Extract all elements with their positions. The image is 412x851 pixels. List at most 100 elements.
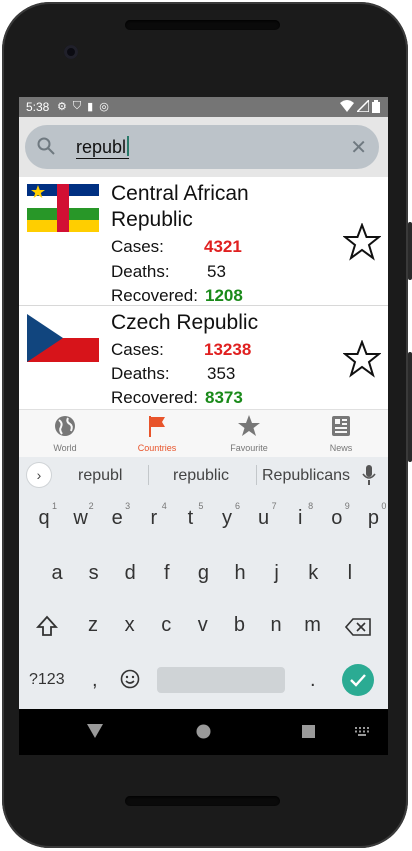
keyboard-key[interactable]: q1 (29, 501, 59, 530)
nav-countries[interactable]: Countries (111, 410, 203, 458)
key-number-hint: 4 (161, 501, 167, 511)
country-name: Central African Republic (111, 182, 249, 231)
keyboard-key[interactable]: r4 (139, 501, 169, 530)
flag-icon (149, 416, 165, 437)
keyboard-key[interactable]: m (298, 614, 328, 637)
bottom-speaker (125, 796, 280, 806)
keyboard-key[interactable]: w2 (66, 501, 96, 530)
keyboard-key[interactable]: b (224, 614, 254, 637)
text-cursor (127, 136, 130, 156)
search-query-wrap: republ (76, 136, 130, 159)
keyboard-key[interactable]: z (78, 614, 108, 637)
suggestion-3[interactable]: Republicans (262, 467, 350, 485)
recovered-label: Recovered: (111, 286, 198, 305)
czech-republic-flag-icon (27, 314, 99, 362)
recovered-value: 1208 (205, 286, 243, 305)
period-key[interactable]: . (310, 669, 316, 692)
expand-suggestions-icon[interactable]: › (27, 463, 51, 487)
recovered-value: 8373 (205, 388, 243, 407)
key-letter: d (124, 562, 136, 584)
battery-icon (372, 100, 380, 113)
keyboard-key[interactable]: h (225, 562, 255, 585)
status-time: 5:38 (26, 100, 50, 114)
key-letter: t (187, 507, 194, 529)
recents-nav-icon[interactable] (302, 725, 315, 738)
suggestion-2[interactable]: republic (173, 467, 229, 485)
sd-card-icon: ▮ (87, 101, 94, 113)
keyboard-key[interactable]: t5 (175, 501, 205, 530)
backspace-key-icon[interactable] (345, 618, 371, 636)
cases-label: Cases: (111, 237, 164, 256)
keyboard-switch-icon[interactable] (355, 727, 369, 736)
keyboard-key[interactable]: g (188, 562, 218, 585)
bottom-navigation: World Countries Favourite News (19, 409, 388, 458)
keyboard-key[interactable]: l (335, 562, 365, 585)
keyboard-key[interactable]: o9 (322, 501, 352, 530)
comma-key[interactable]: , (92, 669, 98, 692)
key-letter: b (233, 614, 245, 636)
keyboard-key[interactable]: i8 (285, 501, 315, 530)
nav-news-label: News (329, 443, 353, 453)
key-letter: e (111, 507, 123, 529)
key-number-hint: 9 (344, 501, 350, 511)
front-camera (64, 45, 78, 59)
keyboard-key[interactable]: v (188, 614, 218, 637)
key-letter: i (297, 507, 303, 529)
country-card[interactable]: Czech Republic Cases: 13238 Deaths: 353 … (19, 306, 388, 409)
emoji-key-icon[interactable] (120, 669, 140, 689)
keyboard-key[interactable]: j (262, 562, 292, 585)
back-nav-icon[interactable] (87, 724, 103, 738)
keyboard-key[interactable]: k (298, 562, 328, 585)
keyboard-key[interactable]: a (42, 562, 72, 585)
favourite-star-icon[interactable] (343, 223, 381, 261)
key-letter: c (161, 614, 172, 636)
key-letter: z (88, 614, 98, 636)
key-letter: g (197, 562, 209, 584)
keyboard-key[interactable]: e3 (102, 501, 132, 530)
symbols-key[interactable]: ?123 (29, 671, 65, 689)
shield-icon: ⛉ (72, 100, 82, 112)
nav-favourite[interactable]: Favourite (203, 410, 295, 458)
key-letter: p (367, 507, 379, 529)
key-letter: s (88, 562, 99, 584)
key-letter: r (150, 507, 158, 529)
suggestion-divider (148, 465, 149, 485)
keyboard-key[interactable]: y6 (212, 501, 242, 530)
cases-value: 4321 (204, 237, 242, 256)
clear-search-icon[interactable]: ✕ (350, 135, 367, 160)
keyboard-key[interactable]: n (261, 614, 291, 637)
key-letter: h (234, 562, 246, 584)
key-letter: v (197, 614, 208, 636)
keyboard-key[interactable]: p0 (358, 501, 388, 530)
keyboard-key[interactable]: u7 (249, 501, 279, 530)
nav-world[interactable]: World (19, 410, 111, 458)
keyboard-key[interactable]: c (151, 614, 181, 637)
deaths-value: 353 (207, 364, 236, 383)
enter-key[interactable] (342, 664, 374, 696)
key-letter: j (274, 562, 279, 584)
key-letter: w (73, 507, 88, 529)
search-input[interactable]: republ ✕ (25, 125, 379, 169)
screen: 5:38 ⚙ ⛉ ▮ ◎ republ ✕ Central African Re… (19, 97, 388, 709)
key-number-hint: 8 (308, 501, 314, 511)
sync-icon: ◎ (99, 101, 109, 113)
home-nav-icon[interactable] (196, 724, 211, 739)
nav-news[interactable]: News (295, 410, 387, 458)
search-bar-container: republ ✕ (19, 117, 388, 177)
keyboard-key[interactable]: d (115, 562, 145, 585)
favourite-star-icon[interactable] (343, 340, 381, 378)
space-key[interactable] (157, 667, 285, 693)
key-letter: q (38, 507, 50, 529)
country-name: Czech Republic (111, 311, 259, 334)
keyboard-key[interactable]: s (79, 562, 109, 585)
country-card[interactable]: Central African Republic Cases: 4321 Dea… (19, 177, 388, 306)
keyboard-key[interactable]: x (115, 614, 145, 637)
shift-key-icon[interactable] (36, 615, 58, 637)
deaths-value: 53 (207, 262, 226, 281)
key-letter: k (308, 562, 319, 584)
microphone-icon[interactable] (362, 465, 376, 485)
keyboard-key[interactable]: f (152, 562, 182, 585)
suggestion-1[interactable]: republ (78, 467, 122, 485)
nav-countries-label: Countries (137, 443, 177, 453)
recovered-label: Recovered: (111, 388, 198, 407)
